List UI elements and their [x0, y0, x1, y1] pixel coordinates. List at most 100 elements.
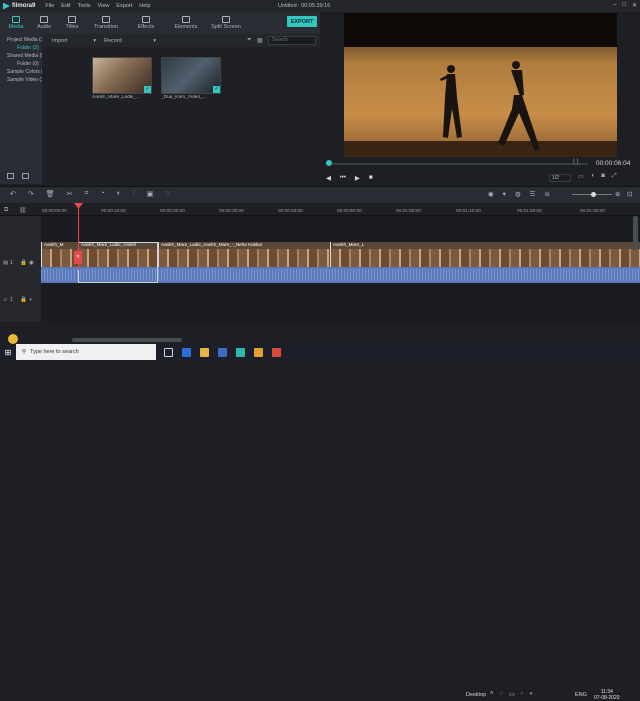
- speed-icon[interactable]: ◔: [100, 190, 104, 198]
- export-button[interactable]: EXPORT: [287, 16, 317, 27]
- video-clip[interactable]: Aankh_M: [41, 242, 78, 267]
- volume-icon[interactable]: ◖: [529, 691, 533, 698]
- selected-clip-outline: [78, 242, 158, 283]
- redo-icon[interactable]: ↷: [28, 190, 34, 198]
- lock-icon[interactable]: 🔒: [20, 260, 27, 266]
- preview-scrubber[interactable]: [328, 163, 588, 165]
- cut-icon[interactable]: ✂: [67, 190, 73, 198]
- clip-label: Aankh_M: [44, 242, 64, 247]
- mixer-icon[interactable]: ☰: [530, 190, 536, 198]
- delete-icon[interactable]: 🗑: [46, 190, 55, 198]
- skip-back-icon[interactable]: ◀: [326, 174, 331, 182]
- voiceover-icon[interactable]: ◌: [165, 190, 169, 198]
- window-title: Untitled : 00:05:39:16: [278, 3, 331, 9]
- close-icon[interactable]: ✕: [632, 2, 637, 9]
- store-icon[interactable]: [218, 347, 227, 357]
- menu-edit[interactable]: Edit: [61, 3, 70, 9]
- filter-icon[interactable]: ⏷: [247, 37, 252, 44]
- scrubber-handle[interactable]: [326, 160, 332, 166]
- snapshot-icon[interactable]: ▭: [578, 173, 584, 180]
- search-input[interactable]: Search: [268, 36, 316, 45]
- tray-desktop-label[interactable]: Desktop: [466, 692, 486, 698]
- minimize-icon[interactable]: –: [613, 2, 616, 9]
- zoom-out-icon[interactable]: ⊖: [544, 190, 549, 198]
- marker-icon[interactable]: ▾: [503, 190, 506, 198]
- tab-titles[interactable]: Titles: [58, 12, 86, 34]
- language-indicator[interactable]: ENG: [575, 692, 587, 698]
- taskbar-search-input[interactable]: ⚲ Type here to search: [16, 344, 156, 360]
- media-thumbnail[interactable]: ✓: [161, 57, 221, 94]
- sidebar-item-folder[interactable]: Folder (2): [0, 44, 42, 52]
- maximize-icon[interactable]: □: [622, 2, 626, 9]
- network-icon[interactable]: ◌: [500, 691, 504, 698]
- render-icon[interactable]: ◉: [488, 190, 494, 198]
- tab-audio[interactable]: Audio: [30, 12, 58, 34]
- color-icon[interactable]: ◐: [117, 190, 121, 198]
- tab-elements[interactable]: Elements: [166, 12, 206, 34]
- timeline-ruler[interactable]: [0, 203, 640, 216]
- sidebar-item-shared-folder[interactable]: Folder (0): [0, 60, 42, 68]
- mic-icon[interactable]: ◍: [515, 190, 521, 198]
- tab-media[interactable]: Media: [2, 12, 30, 34]
- edge-icon[interactable]: [182, 347, 191, 357]
- camera-icon[interactable]: ◙: [601, 173, 605, 180]
- file-explorer-icon[interactable]: [200, 347, 209, 357]
- chevron-up-icon[interactable]: ˄: [490, 691, 494, 698]
- sidebar-item-project-media[interactable]: Project Media (2): [0, 36, 45, 44]
- add-track-icon[interactable]: ⧉: [4, 207, 8, 214]
- chevron-down-icon: ▾: [93, 37, 96, 44]
- title-bar: filmora9 File Edit Tools View Export Hel…: [0, 0, 640, 12]
- video-clip[interactable]: Aankh_Mare_L: [330, 242, 640, 267]
- menu-help[interactable]: Help: [139, 3, 150, 9]
- zoom-in-icon[interactable]: ⊕: [615, 190, 620, 198]
- quality-select[interactable]: 1/2: [549, 174, 571, 182]
- crop-icon[interactable]: ⌗: [85, 190, 89, 198]
- video-clip[interactable]: Aankh_Mare_Ladki_Aankh_Mare_-_Neha Kakka…: [158, 242, 330, 267]
- tab-effects[interactable]: Effects: [126, 12, 166, 34]
- sidebar-item-sample-colors[interactable]: Sample Colors (15): [0, 68, 50, 76]
- horizontal-scrollbar[interactable]: [72, 338, 182, 342]
- chrome-icon[interactable]: [272, 347, 281, 357]
- record-dropdown[interactable]: Record ▾: [104, 38, 156, 44]
- vertical-scrollbar[interactable]: [633, 216, 638, 250]
- mark-in-out-icon[interactable]: { }: [573, 159, 579, 165]
- fullscreen-icon[interactable]: ⤢: [612, 173, 617, 180]
- menu-file[interactable]: File: [45, 3, 54, 9]
- play-icon[interactable]: ▶: [355, 174, 360, 182]
- track-headers: [0, 216, 41, 322]
- lock-icon[interactable]: 🔒: [20, 297, 27, 303]
- undo-icon[interactable]: ↶: [10, 190, 16, 198]
- sidebar-item-shared-media[interactable]: Shared Media (0): [0, 52, 46, 60]
- open-folder-icon[interactable]: [22, 173, 29, 179]
- windows-start-icon[interactable]: ⊞: [0, 344, 16, 360]
- eye-icon[interactable]: ◉: [29, 260, 34, 266]
- task-view-icon[interactable]: [164, 347, 173, 357]
- split-marker-icon[interactable]: ✕: [74, 251, 82, 264]
- menu-export[interactable]: Export: [116, 3, 132, 9]
- volume-icon[interactable]: ◖: [591, 173, 595, 180]
- menu-tools[interactable]: Tools: [78, 3, 91, 9]
- zoom-slider-handle[interactable]: [591, 192, 596, 197]
- media-thumbnail[interactable]: ✓: [92, 57, 152, 94]
- tab-transition[interactable]: Transition: [86, 12, 126, 34]
- vlc-icon[interactable]: [254, 347, 263, 357]
- sidebar-item-sample-video[interactable]: Sample Video (20): [0, 76, 48, 84]
- step-back-icon[interactable]: ⏮: [340, 174, 346, 182]
- battery-icon[interactable]: ▭: [509, 691, 515, 698]
- new-folder-icon[interactable]: [7, 173, 14, 179]
- taskbar-clock[interactable]: 11:34 07-08-2020: [594, 689, 620, 701]
- tab-split-screen[interactable]: Split Screen: [206, 12, 246, 34]
- video-preview[interactable]: [344, 13, 617, 157]
- green-screen-icon[interactable]: ▣: [147, 190, 154, 198]
- audio-mixer-icon[interactable]: ⫶: [133, 190, 135, 198]
- search-icon: ⚲: [22, 349, 27, 355]
- wifi-icon[interactable]: ◜: [521, 691, 523, 698]
- menu-view[interactable]: View: [98, 3, 110, 9]
- import-dropdown[interactable]: Import ▾: [52, 38, 96, 44]
- fit-timeline-icon[interactable]: ⊡: [627, 190, 632, 198]
- link-icon[interactable]: ⛓: [19, 207, 27, 214]
- grid-view-icon[interactable]: ▦: [257, 37, 263, 44]
- filmora-taskbar-icon[interactable]: [236, 347, 245, 357]
- stop-icon[interactable]: ■: [369, 174, 373, 182]
- speaker-icon[interactable]: ◖: [29, 297, 32, 303]
